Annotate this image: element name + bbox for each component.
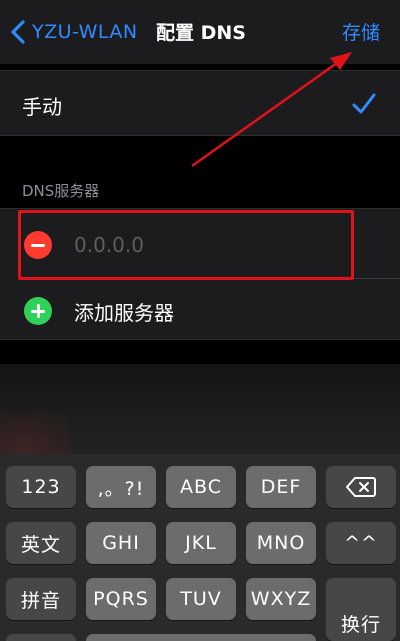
keyboard: 123 ,。?! ABC DEF 英文 GHI JKL MNO ^^ 拼音 PQ… — [0, 454, 400, 641]
page-title: 配置 DNS — [156, 22, 246, 44]
remove-server-button[interactable] — [24, 231, 52, 259]
key-jkl[interactable]: JKL — [166, 522, 236, 564]
key-pinyin[interactable]: 拼音 — [6, 578, 76, 620]
save-button[interactable]: 存储 — [342, 18, 380, 45]
key-tuv[interactable]: TUV — [166, 578, 236, 620]
navigation-bar: YZU-WLAN 配置 DNS 存储 — [0, 0, 400, 64]
dns-server-input[interactable] — [74, 229, 324, 261]
key-punctuation[interactable]: ,。?! — [86, 466, 156, 508]
minus-icon — [31, 243, 45, 247]
key-mno[interactable]: MNO — [246, 522, 316, 564]
key-bottom-left[interactable] — [6, 634, 76, 641]
add-server-label: 添加服务器 — [74, 301, 174, 325]
key-pqrs[interactable]: PQRS — [86, 578, 156, 620]
dns-server-row — [0, 209, 400, 279]
back-button-label: YZU-WLAN — [32, 21, 138, 43]
backspace-icon — [346, 477, 376, 497]
keyboard-backdrop — [0, 364, 400, 494]
key-wxyz[interactable]: WXYZ — [246, 578, 316, 620]
key-emoticon[interactable]: ^^ — [326, 522, 396, 564]
key-ghi[interactable]: GHI — [86, 522, 156, 564]
chevron-left-icon — [11, 20, 25, 44]
option-manual[interactable]: 手动 — [0, 70, 400, 136]
key-123[interactable]: 123 — [6, 466, 76, 508]
key-english[interactable]: 英文 — [6, 522, 76, 564]
add-server-row[interactable]: 添加服务器 — [0, 279, 400, 341]
back-button[interactable]: YZU-WLAN — [10, 14, 138, 50]
section-header-dns-servers: DNS服务器 — [22, 182, 100, 200]
option-manual-label: 手动 — [22, 95, 62, 119]
key-delete[interactable] — [326, 466, 396, 508]
dns-server-list: 添加服务器 — [0, 208, 400, 340]
key-space[interactable] — [86, 634, 316, 641]
checkmark-icon — [352, 93, 376, 114]
add-server-button[interactable] — [24, 297, 52, 325]
key-return[interactable]: 换行 — [326, 578, 396, 641]
key-abc[interactable]: ABC — [166, 466, 236, 508]
key-def[interactable]: DEF — [246, 466, 316, 508]
